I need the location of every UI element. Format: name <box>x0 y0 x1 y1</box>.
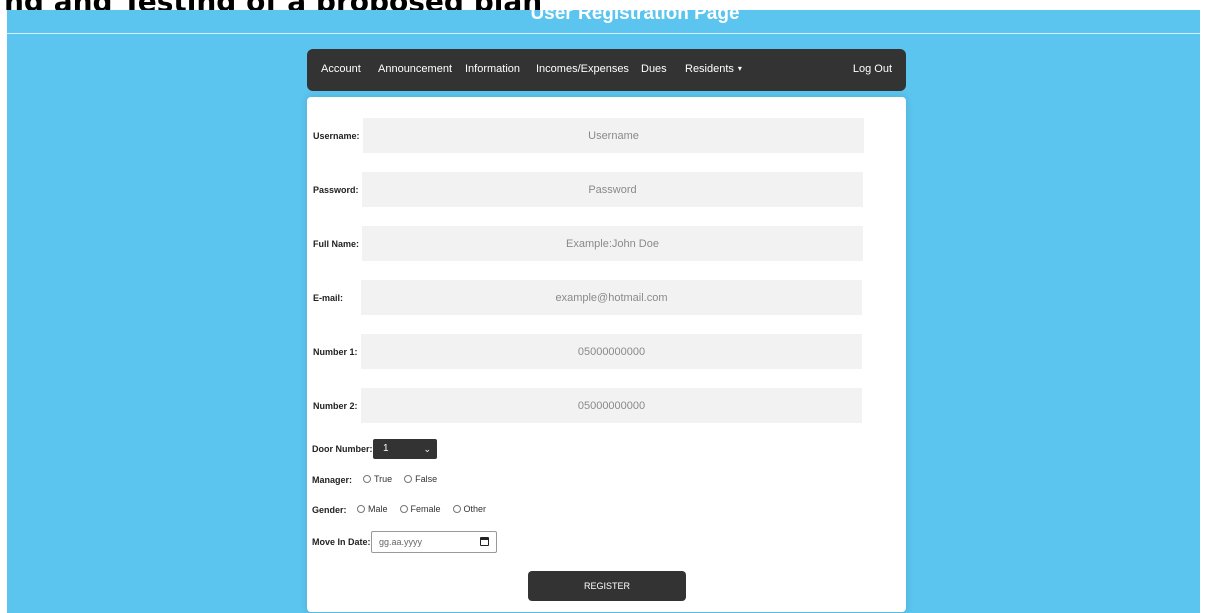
door-number-value: 1 <box>383 443 389 454</box>
manager-radio-group: True False <box>363 474 449 485</box>
radio-icon <box>404 475 413 483</box>
top-strip-text: ng and Testing of a proposed plan <box>4 0 542 10</box>
number2-input[interactable] <box>361 388 862 423</box>
nav-dues[interactable]: Dues <box>641 49 667 91</box>
username-input[interactable] <box>363 118 864 153</box>
password-input[interactable] <box>362 172 863 207</box>
register-button[interactable]: REGISTER <box>528 571 686 601</box>
fullname-input[interactable] <box>362 226 863 261</box>
number2-label: Number 2: <box>313 401 358 411</box>
radio-icon <box>452 505 461 513</box>
nav-incomes-expenses[interactable]: Incomes/Expenses <box>536 49 629 91</box>
gender-female-label: Female <box>410 504 441 514</box>
number1-label: Number 1: <box>313 347 358 357</box>
move-in-date-input[interactable]: gg.aa.yyyy <box>371 531 497 553</box>
nav-announcement[interactable]: Announcement <box>378 49 452 91</box>
page-title: User Registration Page <box>530 3 740 24</box>
nav-information[interactable]: Information <box>465 49 520 91</box>
move-in-date-placeholder: gg.aa.yyyy <box>379 537 423 547</box>
radio-icon <box>399 505 408 513</box>
nav-account[interactable]: Account <box>321 49 361 91</box>
gender-other-label: Other <box>463 504 487 514</box>
gender-other-option[interactable]: Other <box>452 504 487 514</box>
chevron-down-icon: ▾ <box>737 64 742 74</box>
door-number-select[interactable]: 1 ⌄ <box>373 439 437 459</box>
gender-label: Gender: <box>312 505 347 515</box>
radio-icon <box>357 505 365 513</box>
gender-male-option[interactable]: Male <box>357 504 388 514</box>
manager-true-label: True <box>374 474 393 484</box>
manager-true-option[interactable]: True <box>363 474 392 484</box>
number1-input[interactable] <box>361 334 862 369</box>
calendar-icon[interactable] <box>480 537 489 546</box>
manager-false-option[interactable]: False <box>404 474 437 484</box>
email-label: E-mail: <box>313 293 344 303</box>
nav-residents-label: Residents <box>685 63 734 75</box>
chevron-down-icon: ⌄ <box>423 444 431 454</box>
header-divider <box>7 33 1200 34</box>
manager-label: Manager: <box>312 475 353 485</box>
manager-false-label: False <box>415 474 438 484</box>
move-in-date-label: Move In Date: <box>312 537 371 547</box>
username-label: Username: <box>313 131 360 141</box>
gender-radio-group: Male Female Other <box>357 504 498 515</box>
gender-female-option[interactable]: Female <box>399 504 441 514</box>
nav-residents-dropdown[interactable]: Residents ▾ <box>685 49 742 91</box>
logout-link[interactable]: Log Out <box>853 49 892 91</box>
main-navbar: Account Announcement Information Incomes… <box>307 49 906 91</box>
radio-icon <box>363 475 371 483</box>
email-input[interactable] <box>361 280 862 315</box>
fullname-label: Full Name: <box>313 239 360 249</box>
gender-male-label: Male <box>368 504 388 514</box>
password-label: Password: <box>313 185 359 195</box>
door-number-label: Door Number: <box>312 444 373 454</box>
